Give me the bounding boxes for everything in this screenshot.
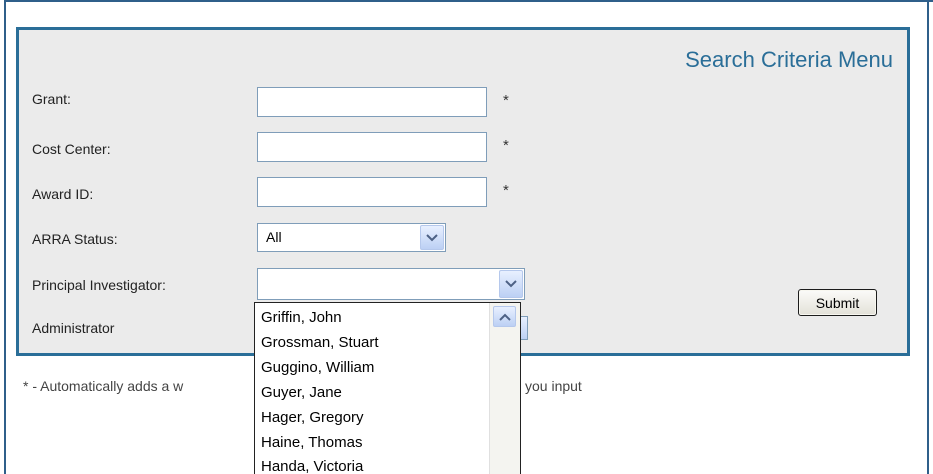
administrator-select[interactable] [521, 316, 528, 340]
arra-status-selected-value: All [266, 229, 282, 245]
list-item[interactable]: Griffin, John [261, 309, 342, 326]
principal-investigator-options-list[interactable]: Griffin, John Grossman, Stuart Guggino, … [254, 302, 521, 474]
window-frame-top [4, 0, 933, 2]
list-item[interactable]: Guyer, Jane [261, 384, 342, 401]
dropdown-scrollbar[interactable] [489, 303, 520, 474]
list-item[interactable]: Haine, Thomas [261, 434, 362, 451]
submit-button[interactable]: Submit [798, 289, 877, 316]
cost-center-wildcard-marker: * [503, 137, 509, 154]
arra-status-label: ARRA Status: [32, 231, 118, 247]
grant-label: Grant: [32, 91, 71, 107]
principal-investigator-label: Principal Investigator: [32, 277, 166, 293]
window-frame-left [4, 0, 6, 474]
chevron-down-icon[interactable] [420, 225, 444, 250]
page: Search Criteria Menu Grant: * Cost Cente… [0, 0, 933, 474]
award-id-wildcard-marker: * [503, 182, 509, 199]
footnote-right: you input [525, 378, 582, 394]
grant-wildcard-marker: * [503, 92, 509, 109]
list-item[interactable]: Guggino, William [261, 359, 374, 376]
panel-title: Search Criteria Menu [685, 47, 893, 72]
cost-center-label: Cost Center: [32, 141, 111, 157]
chevron-up-icon[interactable] [493, 306, 516, 327]
list-item[interactable]: Grossman, Stuart [261, 334, 379, 351]
cost-center-input[interactable] [257, 132, 487, 162]
list-item[interactable]: Handa, Victoria [261, 458, 363, 474]
principal-investigator-select[interactable] [257, 268, 525, 300]
footnote-left: * - Automatically adds a w [23, 378, 184, 394]
list-item[interactable]: Hager, Gregory [261, 409, 364, 426]
administrator-label: Administrator [32, 320, 115, 336]
grant-input[interactable] [257, 87, 487, 117]
award-id-label: Award ID: [32, 186, 94, 202]
window-frame-right [927, 0, 929, 474]
chevron-down-icon[interactable] [499, 270, 523, 298]
arra-status-select[interactable]: All [257, 223, 446, 252]
award-id-input[interactable] [257, 177, 487, 207]
